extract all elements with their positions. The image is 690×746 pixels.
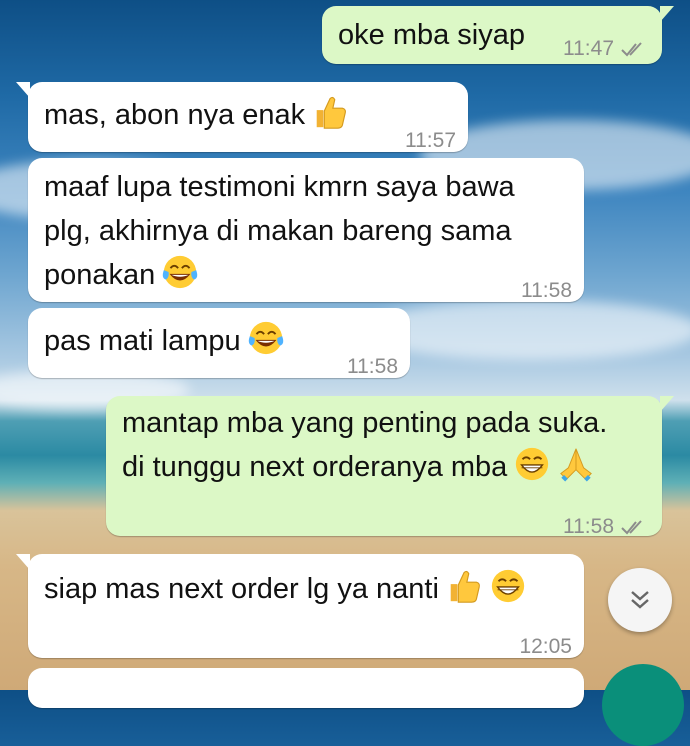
compose-fab-button[interactable]: [602, 664, 684, 746]
message-text: oke mba siyap: [338, 19, 525, 51]
message-line: mantap mba yang penting pada suka.: [122, 407, 608, 439]
grinning-face-with-smiling-eyes-icon: [491, 569, 525, 603]
message-time: 11:58: [521, 279, 572, 302]
message-bubble-outgoing[interactable]: mantap mba yang penting pada suka. di tu…: [106, 396, 674, 538]
message-meta: 11:58: [563, 504, 648, 550]
message-line: plg, akhirnya di makan bareng sama: [44, 215, 512, 247]
message-bubble-incoming[interactable]: maaf lupa testimoni kmrn saya bawa plg, …: [28, 158, 584, 302]
message-time: 11:58: [563, 515, 614, 538]
message-line-last: di tunggu next orderanya mba: [122, 444, 595, 490]
face-with-tears-of-joy-icon: [248, 321, 283, 355]
message-bubble-incoming[interactable]: pas mati lampu 11:58: [28, 308, 410, 378]
message-time: 11:47: [563, 37, 614, 60]
face-with-tears-of-joy-icon: [163, 255, 198, 289]
scroll-to-bottom-button[interactable]: [608, 568, 672, 632]
thumbs-up-icon: [450, 570, 480, 603]
message-line-last: ponakan: [44, 252, 199, 298]
message-meta: 12:05: [519, 624, 572, 670]
message-text: pas mati lampu: [44, 318, 285, 364]
message-time: 11:58: [347, 355, 398, 378]
folded-hands-icon: [560, 448, 593, 482]
grinning-face-with-smiling-eyes-icon: [516, 447, 549, 481]
message-time: 12:05: [519, 635, 572, 658]
message-bubble-outgoing[interactable]: oke mba siyap 11:47: [322, 6, 674, 64]
double-check-icon: [621, 42, 642, 57]
message-bubble-incoming[interactable]: mas, abon nya enak 11:57: [16, 82, 468, 152]
message-text: siap mas next order lg ya nanti: [44, 566, 527, 612]
thumbs-up-icon: [316, 96, 347, 129]
double-chevron-down-icon: [631, 591, 649, 609]
message-meta: 11:47: [563, 26, 648, 72]
message-meta: 11:58: [521, 268, 572, 314]
message-text: mas, abon nya enak: [44, 92, 349, 138]
message-meta: 11:58: [347, 344, 398, 390]
message-bubble-incoming-partial[interactable]: [28, 668, 584, 708]
message-bubble-incoming[interactable]: siap mas next order lg ya nanti 12:05: [16, 554, 584, 658]
message-line: maaf lupa testimoni kmrn saya bawa: [44, 171, 515, 203]
double-check-icon: [621, 520, 642, 535]
